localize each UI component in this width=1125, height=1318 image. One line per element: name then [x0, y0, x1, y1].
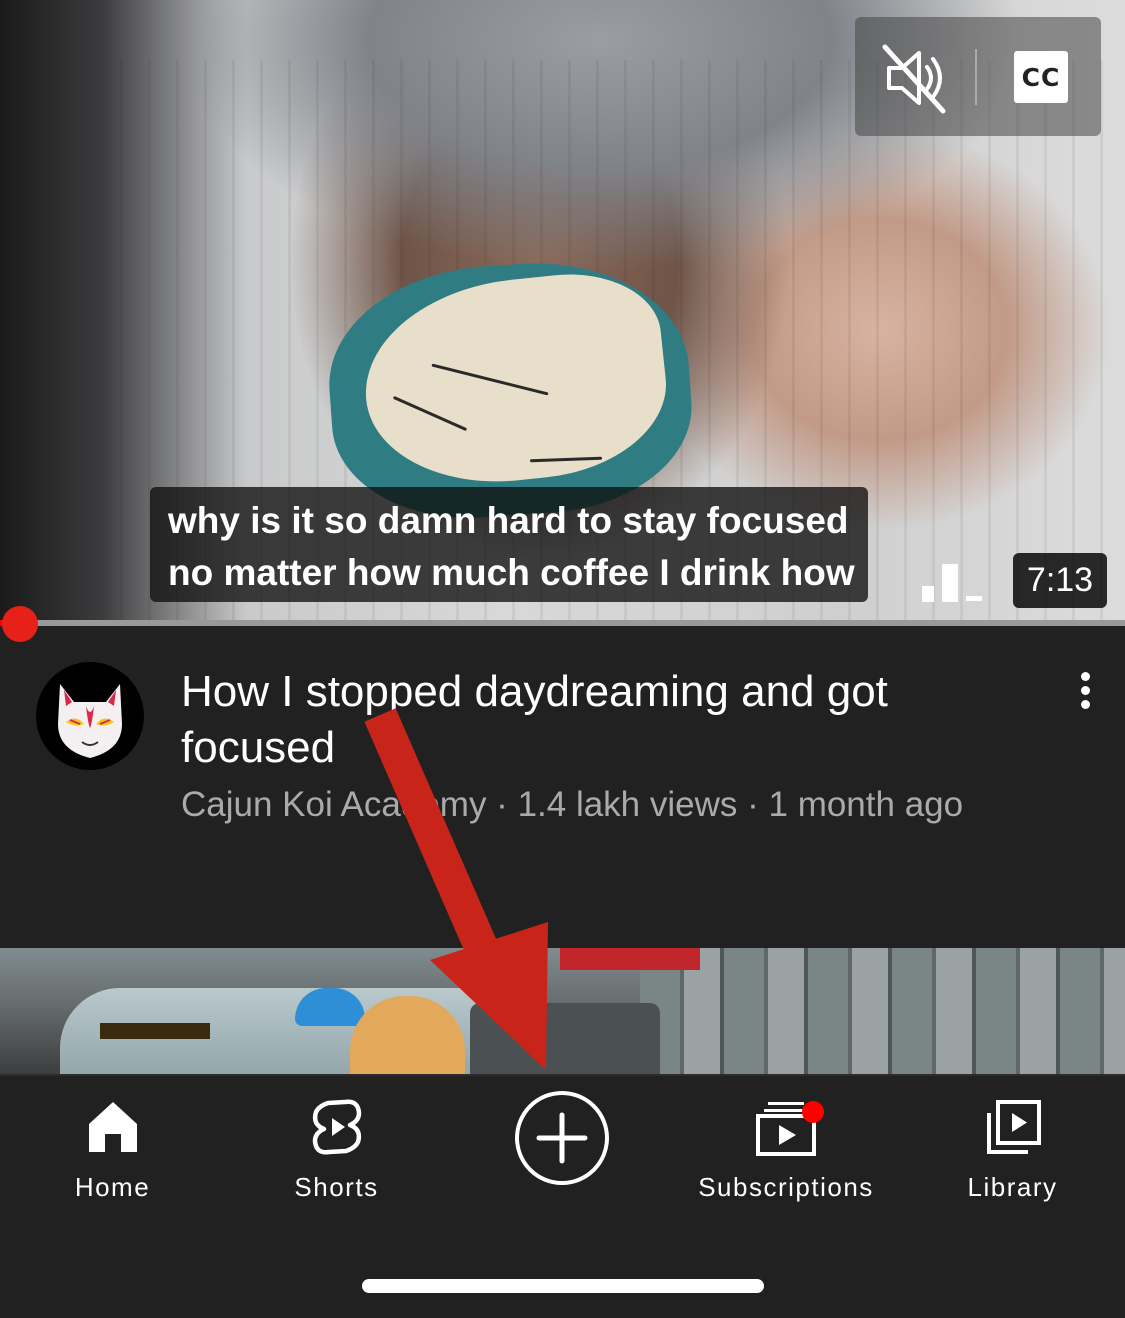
library-icon — [986, 1100, 1041, 1154]
shorts-icon — [312, 1099, 361, 1155]
video-meta: Cajun Koi Academy · 1.4 lakh views · 1 m… — [181, 782, 1021, 828]
thumbnail-scenery — [470, 1003, 660, 1074]
nav-library[interactable]: Library — [940, 1076, 1085, 1216]
video-duration-badge: 7:13 — [1013, 553, 1107, 608]
nav-subscriptions-label: Subscriptions — [698, 1172, 874, 1202]
home-indicator[interactable] — [362, 1279, 764, 1293]
caption-line: why is it so damn hard to stay focused — [168, 500, 849, 541]
kitsune-mask-avatar-icon — [58, 684, 122, 758]
more-vert-icon — [1081, 686, 1090, 695]
meta-separator: · — [486, 785, 518, 824]
thumbnail-scenery — [100, 1023, 210, 1039]
nav-library-label: Library — [967, 1172, 1058, 1202]
progress-bar[interactable] — [0, 620, 1125, 626]
nav-shorts[interactable]: Shorts — [264, 1076, 409, 1216]
video-player[interactable]: CC why is it so damn hard to stay focuse… — [0, 0, 1125, 626]
nav-shorts-label: Shorts — [294, 1172, 379, 1202]
channel-name[interactable]: Cajun Koi Academy — [181, 785, 486, 824]
plus-circle-icon — [515, 1091, 609, 1185]
closed-captions-button[interactable]: CC — [1014, 51, 1068, 103]
progress-scrubber-handle[interactable] — [2, 606, 38, 642]
thumbnail-scenery — [560, 948, 700, 970]
player-top-controls: CC — [855, 17, 1101, 136]
next-video-thumbnail[interactable] — [0, 948, 1125, 1074]
more-options-button[interactable] — [1070, 668, 1102, 712]
control-divider — [975, 49, 977, 105]
create-button[interactable] — [514, 1090, 610, 1186]
nav-subscriptions[interactable]: Subscriptions — [676, 1076, 896, 1216]
home-icon — [88, 1102, 137, 1152]
channel-avatar[interactable] — [36, 662, 144, 770]
video-title[interactable]: How I stopped daydreaming and got focuse… — [181, 664, 1001, 776]
more-vert-icon — [1081, 672, 1090, 681]
mute-button[interactable] — [875, 39, 953, 117]
upload-age: 1 month ago — [768, 785, 964, 824]
caption-line: no matter how much coffee I drink how — [168, 552, 855, 593]
thumbnail-scenery — [640, 948, 1125, 1074]
nav-home[interactable]: Home — [40, 1076, 185, 1216]
volume-off-icon — [882, 44, 946, 114]
view-count: 1.4 lakh views — [517, 785, 738, 824]
subtitle-caption: why is it so damn hard to stay focused n… — [150, 487, 868, 602]
nav-home-label: Home — [74, 1172, 151, 1202]
meta-separator: · — [737, 785, 769, 824]
subscriptions-icon — [756, 1101, 824, 1156]
signal-bars-icon — [922, 564, 982, 602]
more-vert-icon — [1081, 700, 1090, 709]
